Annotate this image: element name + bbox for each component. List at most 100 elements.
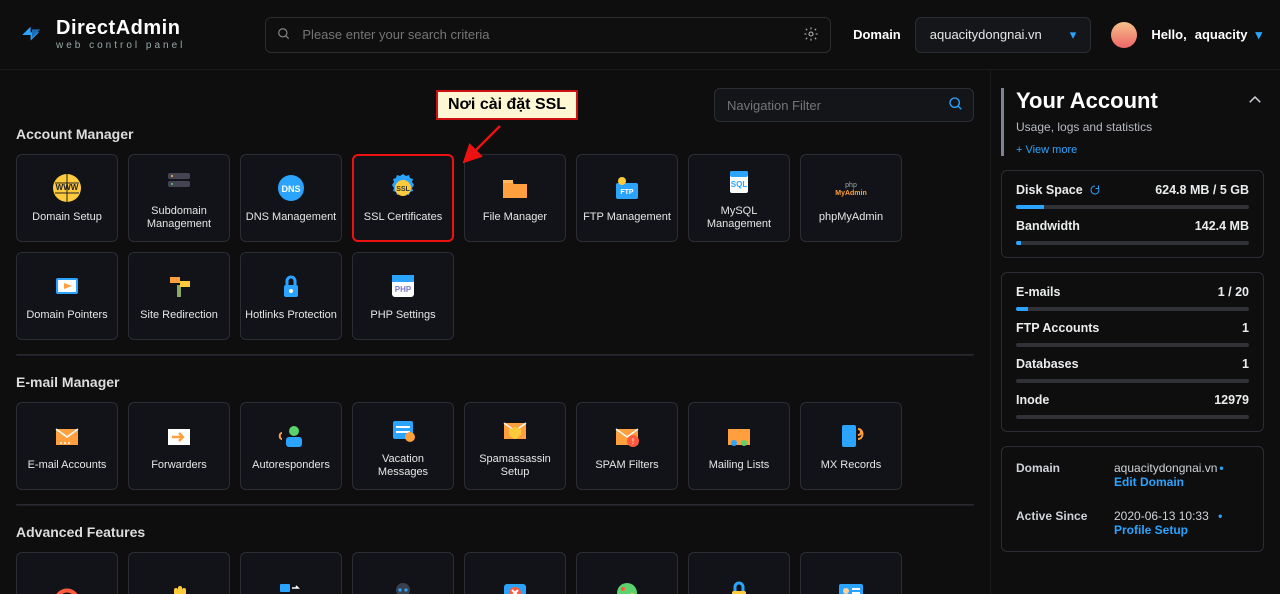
tile-pma[interactable]: phpMyAdmin [800,154,902,242]
tile-ssl[interactable]: SSL Certificates [352,154,454,242]
vac-icon [386,413,420,447]
chevron-down-icon: ▾ [1070,27,1077,43]
stat-value: 1 [1242,321,1249,335]
tile-adv3[interactable] [240,552,342,594]
stat-row: Disk Space624.8 MB / 5 GB [1016,183,1249,197]
chevron-up-icon[interactable] [1246,91,1264,112]
tile-dns[interactable]: DNS Management [240,154,342,242]
search-input[interactable] [265,17,831,53]
tile-php[interactable]: PHP Settings [352,252,454,340]
user-menu[interactable]: Hello, aquacity ▾ [1151,27,1262,43]
tile-adv5[interactable] [464,552,566,594]
stat-key: Bandwidth [1016,219,1080,233]
domain-key: Domain [1016,461,1106,489]
pma-icon [834,171,868,205]
tile-label: FTP Management [583,211,671,224]
tile-label: Domain Setup [32,211,102,224]
logo-mark-icon [18,21,46,49]
tile-spamfilter[interactable]: SPAM Filters [576,402,678,490]
stat-key: FTP Accounts [1016,321,1099,335]
tile-label: Site Redirection [140,309,218,322]
progress-bar [1016,205,1249,209]
list-icon [722,419,756,453]
email-tile-grid: E-mail Accounts Forwarders Autoresponders V… [16,402,974,490]
settings-gear-icon[interactable] [803,26,819,45]
progress-bar [1016,241,1249,245]
tile-adv4[interactable] [352,552,454,594]
www-icon [50,171,84,205]
stat-row: E-mails1 / 20 [1016,285,1249,299]
tile-mailing[interactable]: Mailing Lists [688,402,790,490]
selected-domain: aquacitydongnai.vn [930,27,1042,42]
tile-label: Autoresponders [252,459,330,472]
tile-adv2[interactable] [128,552,230,594]
tile-adv1[interactable] [16,552,118,594]
tile-pointers[interactable]: Domain Pointers [16,252,118,340]
stat-row: Bandwidth142.4 MB [1016,219,1249,233]
profile-setup-link[interactable]: Profile Setup [1114,523,1188,537]
domain-value: aquacitydongnai.vn [1114,461,1217,475]
login-icon [834,576,868,594]
tile-accounts[interactable]: E-mail Accounts [16,402,118,490]
navigation-filter-input[interactable] [714,88,974,122]
stat-value: 1 / 20 [1218,285,1249,299]
tile-label: File Manager [483,211,547,224]
bullet-icon: • [1219,461,1223,475]
progress-bar [1016,379,1249,383]
tile-label: PHP Settings [370,309,435,322]
domain-dropdown[interactable]: aquacitydongnai.vn ▾ [915,17,1092,53]
tile-subdomain[interactable]: Subdomain Management [128,154,230,242]
edit-domain-link[interactable]: Edit Domain [1114,475,1184,489]
tile-redir[interactable]: Site Redirection [128,252,230,340]
stat-block-usage: Disk Space624.8 MB / 5 GB Bandwidth142.4 … [1001,170,1264,258]
robot-icon [386,576,420,594]
account-panel-title: Your Account [1016,88,1158,114]
stat-value: 1 [1242,357,1249,371]
stat-block-counts: E-mails1 / 20 FTP Accounts 1 Databases 1 Inod… [1001,272,1264,432]
stat-key: Inode [1016,393,1049,407]
tile-label: SPAM Filters [595,459,658,472]
swoosh-icon [50,576,84,594]
auto-icon [274,419,308,453]
mail-icon [50,419,84,453]
ssl-icon [386,171,420,205]
brand-name: DirectAdmin [56,18,185,38]
tile-mysql[interactable]: MySQL Management [688,154,790,242]
tile-fwd[interactable]: Forwarders [128,402,230,490]
tile-adv6[interactable] [576,552,678,594]
tile-label: Subdomain Management [133,205,225,231]
brand-tagline: web control panel [56,41,185,51]
bullet-icon: • [1218,509,1222,523]
section-title-email: E-mail Manager [16,374,974,390]
tile-vacation[interactable]: Vacation Messages [352,402,454,490]
tile-label: Hotlinks Protection [245,309,337,322]
stat-value: 12979 [1214,393,1249,407]
account-panel-subtitle: Usage, logs and statistics [1016,120,1264,134]
hello-user: aquacity [1195,27,1248,42]
stat-row: Databases 1 [1016,357,1249,371]
php-icon [386,269,420,303]
tile-adv8[interactable] [800,552,902,594]
view-more-link[interactable]: + View more [1016,144,1077,156]
divider [16,504,974,506]
tile-hotlink[interactable]: Hotlinks Protection [240,252,342,340]
tile-label: Spamassassin Setup [469,453,561,479]
tile-mx[interactable]: MX Records [800,402,902,490]
tile-label: E-mail Accounts [28,459,107,472]
tile-auto[interactable]: Autoresponders [240,402,342,490]
tile-label: SSL Certificates [364,211,442,224]
brand-logo: DirectAdmin web control panel [18,18,185,51]
progress-bar [1016,415,1249,419]
global-search [265,17,831,53]
refresh-icon [1089,184,1101,196]
stat-row: FTP Accounts 1 [1016,321,1249,335]
user-avatar[interactable] [1111,22,1137,48]
tile-ftp[interactable]: FTP Management [576,154,678,242]
tile-spamassassin[interactable]: Spamassassin Setup [464,402,566,490]
tile-domain-setup[interactable]: Domain Setup [16,154,118,242]
spam-icon [610,419,644,453]
active-since-key: Active Since [1016,509,1106,537]
stat-key: Databases [1016,357,1079,371]
top-header: DirectAdmin web control panel Domain aqu… [0,0,1280,70]
tile-adv7[interactable] [688,552,790,594]
